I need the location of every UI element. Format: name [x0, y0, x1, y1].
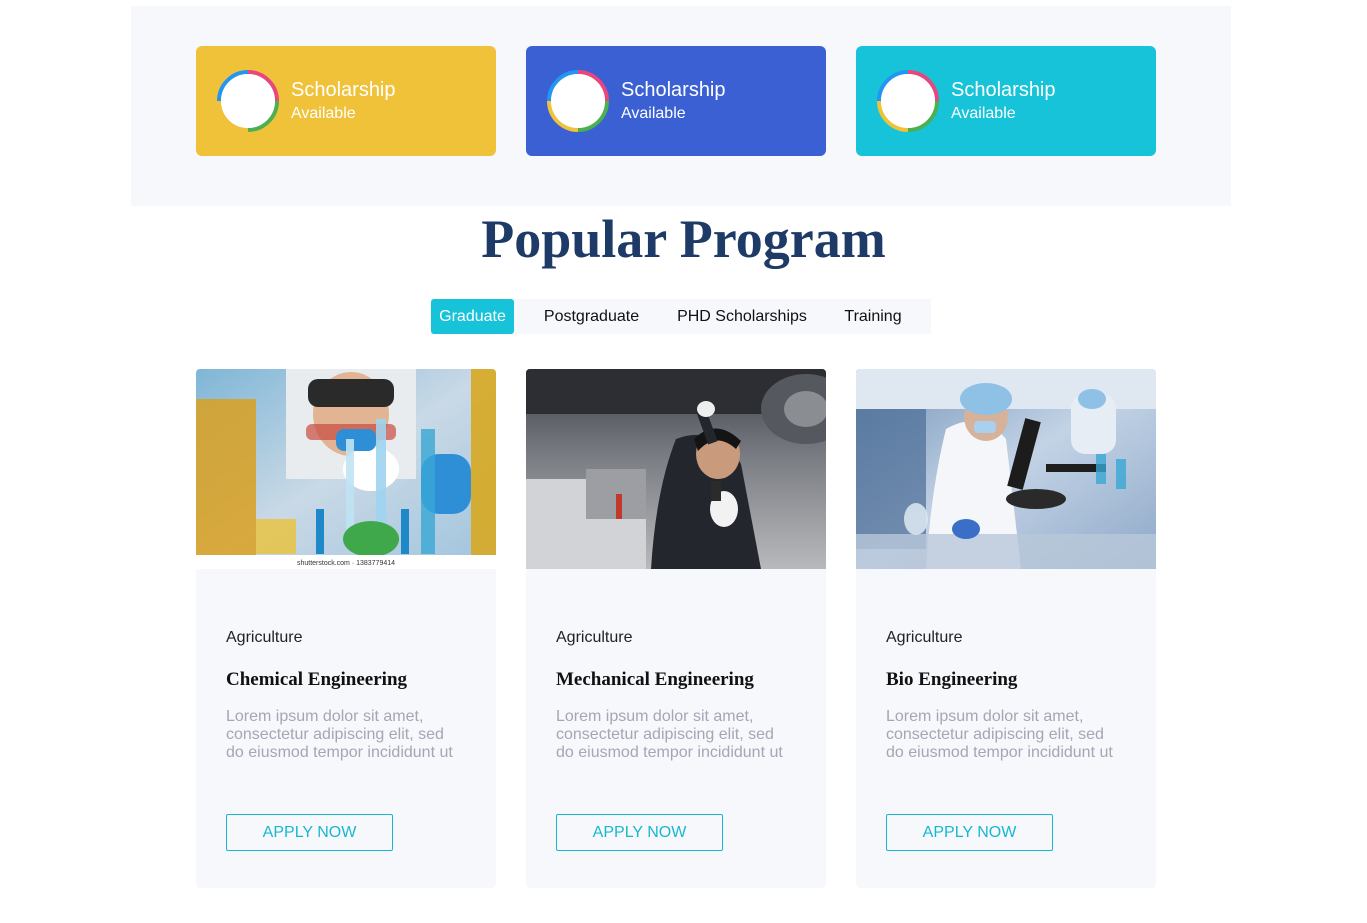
program-card-body: Agriculture Chemical Engineering Lorem i…	[196, 628, 496, 762]
biotech-lab-image	[856, 369, 1156, 569]
tab-training[interactable]: Training	[815, 299, 931, 334]
mechanic-image	[526, 369, 826, 569]
tab-graduate[interactable]: Graduate	[431, 299, 514, 334]
scholarship-card-text: Scholarship Available	[621, 78, 726, 124]
apply-now-button[interactable]: APPLY NOW	[226, 814, 393, 851]
scholarship-card-text: Scholarship Available	[291, 78, 396, 124]
program-tabs: Graduate Postgraduate PHD Scholarships T…	[431, 299, 931, 334]
scholarship-ring-icon	[547, 70, 609, 132]
scholarship-card-2[interactable]: Scholarship Available	[526, 46, 826, 156]
program-card-bio: Agriculture Bio Engineering Lorem ipsum …	[856, 369, 1156, 888]
program-card-body: Agriculture Mechanical Engineering Lorem…	[526, 628, 826, 762]
tab-phd-scholarships[interactable]: PHD Scholarships	[669, 299, 815, 334]
tab-postgraduate[interactable]: Postgraduate	[514, 299, 669, 334]
apply-now-button[interactable]: APPLY NOW	[556, 814, 723, 851]
program-title: Mechanical Engineering	[556, 669, 754, 690]
program-title: Chemical Engineering	[226, 669, 408, 690]
scholarship-title: Scholarship	[621, 79, 726, 101]
scholarship-subtitle: Available	[951, 105, 1016, 122]
program-description: Lorem ipsum dolor sit amet, consectetur …	[556, 708, 783, 761]
scholarship-card-text: Scholarship Available	[951, 78, 1056, 124]
mechanic-under-car-photo	[526, 369, 826, 569]
program-category: Agriculture	[226, 629, 303, 646]
program-category: Agriculture	[556, 629, 633, 646]
scholarship-title: Scholarship	[291, 79, 396, 101]
scholarship-card-3[interactable]: Scholarship Available	[856, 46, 1156, 156]
apply-now-button[interactable]: APPLY NOW	[886, 814, 1053, 851]
chemistry-lab-image: shutterstock.com · 1383779414	[196, 369, 496, 569]
section-title: Popular Program	[481, 209, 886, 269]
scholarship-card-1[interactable]: Scholarship Available	[196, 46, 496, 156]
program-title: Bio Engineering	[886, 669, 1018, 690]
program-description: Lorem ipsum dolor sit amet, consectetur …	[886, 708, 1113, 761]
program-description: Lorem ipsum dolor sit amet, consectetur …	[226, 708, 453, 761]
scholarship-subtitle: Available	[621, 105, 686, 122]
program-card-body: Agriculture Bio Engineering Lorem ipsum …	[856, 628, 1156, 762]
scholarship-ring-icon	[217, 70, 279, 132]
biotech-lab-photo	[856, 369, 1156, 569]
scholarship-band: Scholarship Available Scholarship Availa…	[131, 6, 1231, 206]
image-caption: shutterstock.com · 1383779414	[297, 560, 395, 567]
scholarship-title: Scholarship	[951, 79, 1056, 101]
scholarship-subtitle: Available	[291, 105, 356, 122]
program-category: Agriculture	[886, 629, 963, 646]
scholarship-ring-icon	[877, 70, 939, 132]
program-card-mechanical: Agriculture Mechanical Engineering Lorem…	[526, 369, 826, 888]
program-card-chemical: shutterstock.com · 1383779414 Agricultur…	[196, 369, 496, 888]
chemistry-lab-photo: shutterstock.com · 1383779414	[196, 369, 496, 569]
